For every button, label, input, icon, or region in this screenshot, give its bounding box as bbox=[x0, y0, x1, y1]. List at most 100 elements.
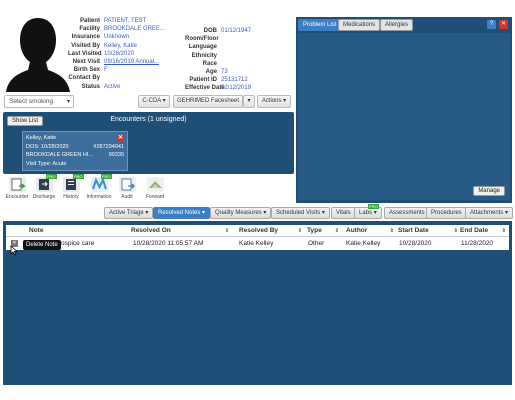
tab-label: Vitals bbox=[336, 210, 351, 216]
column-label: Author bbox=[346, 227, 368, 234]
tab-quality-measures[interactable]: Quality Measures ▾ bbox=[210, 207, 272, 219]
audit-tool[interactable]: Audit bbox=[114, 177, 140, 204]
patient-info-left: Patient PATIENT, TEST Facility BROOKDALE G… bbox=[68, 17, 188, 91]
caret-down-icon: ▾ bbox=[162, 98, 166, 104]
tab-medications[interactable]: Medications bbox=[338, 19, 381, 31]
information-tool[interactable]: PRO Information bbox=[86, 174, 112, 204]
close-icon[interactable]: ✕ bbox=[499, 20, 508, 29]
caret-down-icon: ▾ bbox=[263, 210, 267, 216]
pro-badge: PRO bbox=[72, 174, 84, 179]
manage-button[interactable]: Manage bbox=[473, 186, 505, 196]
show-list-button[interactable]: Show List bbox=[7, 116, 44, 126]
actions-button[interactable]: Actions ▾ bbox=[257, 95, 291, 108]
column-label: Resolved On bbox=[131, 227, 171, 234]
status-label: Status bbox=[81, 83, 100, 90]
audit-icon bbox=[118, 177, 136, 192]
age-value: 73 bbox=[221, 68, 228, 75]
encounter-facility: BROOKDALE GREEN HI... bbox=[26, 152, 93, 158]
column-header-resolved-by[interactable]: Resolved By ⇕ bbox=[239, 225, 302, 237]
caret-down-icon: ▾ bbox=[202, 210, 206, 216]
patient-label: Patient bbox=[79, 18, 100, 24]
tab-allergies[interactable]: Allergies bbox=[380, 19, 414, 31]
patient-info-right: DOB 01/12/1947 Room/Floor Language Ethnic… bbox=[185, 27, 295, 93]
visited-by-value: Kelley, Katie bbox=[104, 42, 137, 49]
history-tool[interactable]: PRO History bbox=[58, 174, 84, 204]
pro-badge: PRO bbox=[368, 204, 379, 209]
tab-scheduled-visits[interactable]: Scheduled Visits ▾ bbox=[271, 207, 330, 219]
age-label: Age bbox=[205, 68, 217, 75]
next-visit-label: Next Visit bbox=[72, 58, 100, 65]
forward-label: Forward bbox=[145, 194, 165, 200]
caret-down-icon: ▾ bbox=[373, 210, 377, 216]
column-label: Note bbox=[29, 227, 44, 234]
column-header-type[interactable]: Type ⇕ bbox=[307, 225, 339, 237]
contact-by-label: Contact By bbox=[68, 75, 100, 82]
effective-date-value: 02/12/2019 bbox=[221, 85, 252, 92]
tab-active-triage[interactable]: Active Triage ▾ bbox=[104, 207, 154, 219]
encounter-visit-type: Visit Type: Acute bbox=[26, 160, 67, 167]
forward-tool[interactable]: Forward bbox=[142, 177, 168, 204]
encounter-card[interactable]: ✕ Kelley, Katie DOS: 10/28/2020 #28729404… bbox=[22, 131, 128, 171]
caret-down-icon: ▾ bbox=[283, 98, 287, 104]
ccda-button[interactable]: C-CDA ▾ bbox=[138, 95, 170, 108]
actions-label: Actions bbox=[261, 98, 282, 104]
smoking-placeholder: Select smoking bbox=[9, 98, 54, 105]
pro-badge: PRO bbox=[100, 174, 112, 179]
sort-icon: ⇕ bbox=[297, 228, 302, 234]
forward-icon bbox=[146, 177, 164, 192]
tab-label: Labs bbox=[359, 210, 373, 216]
column-label: Type bbox=[307, 227, 322, 234]
cell-resolved-on: 10/28/2020 11:05:57 AM bbox=[133, 240, 204, 247]
discharge-tool[interactable]: PRO Discharge bbox=[31, 174, 57, 204]
tab-assessments[interactable]: Assessments bbox=[384, 207, 430, 219]
help-icon[interactable]: ? bbox=[487, 20, 496, 29]
facesheet-dropdown-button[interactable]: ▾ bbox=[243, 95, 255, 108]
column-header-note[interactable]: Note bbox=[29, 225, 43, 237]
last-visited-value: 10/28/2020 bbox=[104, 50, 135, 57]
sort-icon: ⇕ bbox=[453, 228, 458, 234]
table-row[interactable]: ✕ ospice care 10/28/2020 11:05:57 AM Kat… bbox=[6, 237, 509, 250]
tab-vitals[interactable]: Vitals bbox=[331, 207, 356, 219]
tab-labs[interactable]: Labs ▾ PRO bbox=[354, 204, 382, 219]
audit-label: Audit bbox=[121, 194, 133, 200]
smoking-select[interactable]: Select smoking ▾ bbox=[4, 95, 74, 108]
column-label: Resolved By bbox=[239, 227, 279, 234]
sort-icon: ⇕ bbox=[224, 228, 229, 234]
status-value: Active bbox=[104, 83, 121, 90]
column-label: Start Date bbox=[398, 227, 429, 234]
column-label: End Date bbox=[460, 227, 489, 234]
tab-label: Resolved Notes bbox=[158, 210, 201, 216]
sort-icon: ⇕ bbox=[501, 228, 506, 234]
patient-avatar bbox=[6, 14, 70, 92]
next-visit-link[interactable]: 09/16/2019 Annual... bbox=[104, 58, 159, 66]
tab-resolved-notes[interactable]: Resolved Notes ▾ bbox=[153, 207, 211, 219]
sort-icon: ⇕ bbox=[389, 228, 394, 234]
encounter-label: Encounter bbox=[5, 194, 29, 200]
column-header-resolved-on[interactable]: Resolved On ⇕ bbox=[131, 225, 229, 237]
cell-type: Other bbox=[308, 240, 325, 247]
tab-problem-list[interactable]: Problem List bbox=[298, 19, 342, 31]
cell-resolved-by: Katie Kelley bbox=[239, 240, 274, 247]
encounter-tool[interactable]: Encounter bbox=[4, 177, 30, 204]
close-icon[interactable]: ✕ bbox=[117, 135, 124, 142]
facesheet-label: GEHRIMED Facesheet bbox=[176, 98, 240, 104]
last-visited-label: Last Visited bbox=[68, 50, 102, 57]
caret-down-icon: ▾ bbox=[145, 210, 149, 216]
information-label: Information bbox=[86, 194, 112, 200]
tab-label: Active Triage bbox=[109, 210, 144, 216]
caret-down-icon: ▾ bbox=[505, 210, 509, 216]
tab-attachments[interactable]: Attachments ▾ bbox=[465, 207, 514, 219]
facesheet-button[interactable]: GEHRIMED Facesheet bbox=[173, 95, 243, 108]
language-label: Language bbox=[188, 44, 217, 51]
patient-name: PATIENT, TEST bbox=[104, 18, 147, 24]
problem-list-content: Manage bbox=[298, 33, 510, 200]
caret-down-icon: ▾ bbox=[321, 210, 325, 216]
column-header-author[interactable]: Author ⇕ bbox=[346, 225, 394, 237]
sort-icon: ⇕ bbox=[334, 228, 339, 234]
tab-procedures[interactable]: Procedures bbox=[426, 207, 467, 219]
visited-by-label: Visited By bbox=[71, 42, 100, 49]
room-floor-label: Room/Floor bbox=[185, 36, 219, 43]
column-header-start-date[interactable]: Start Date ⇕ bbox=[398, 225, 458, 237]
tab-label: Assessments bbox=[389, 210, 425, 216]
column-header-end-date[interactable]: End Date ⇕ bbox=[460, 225, 506, 237]
